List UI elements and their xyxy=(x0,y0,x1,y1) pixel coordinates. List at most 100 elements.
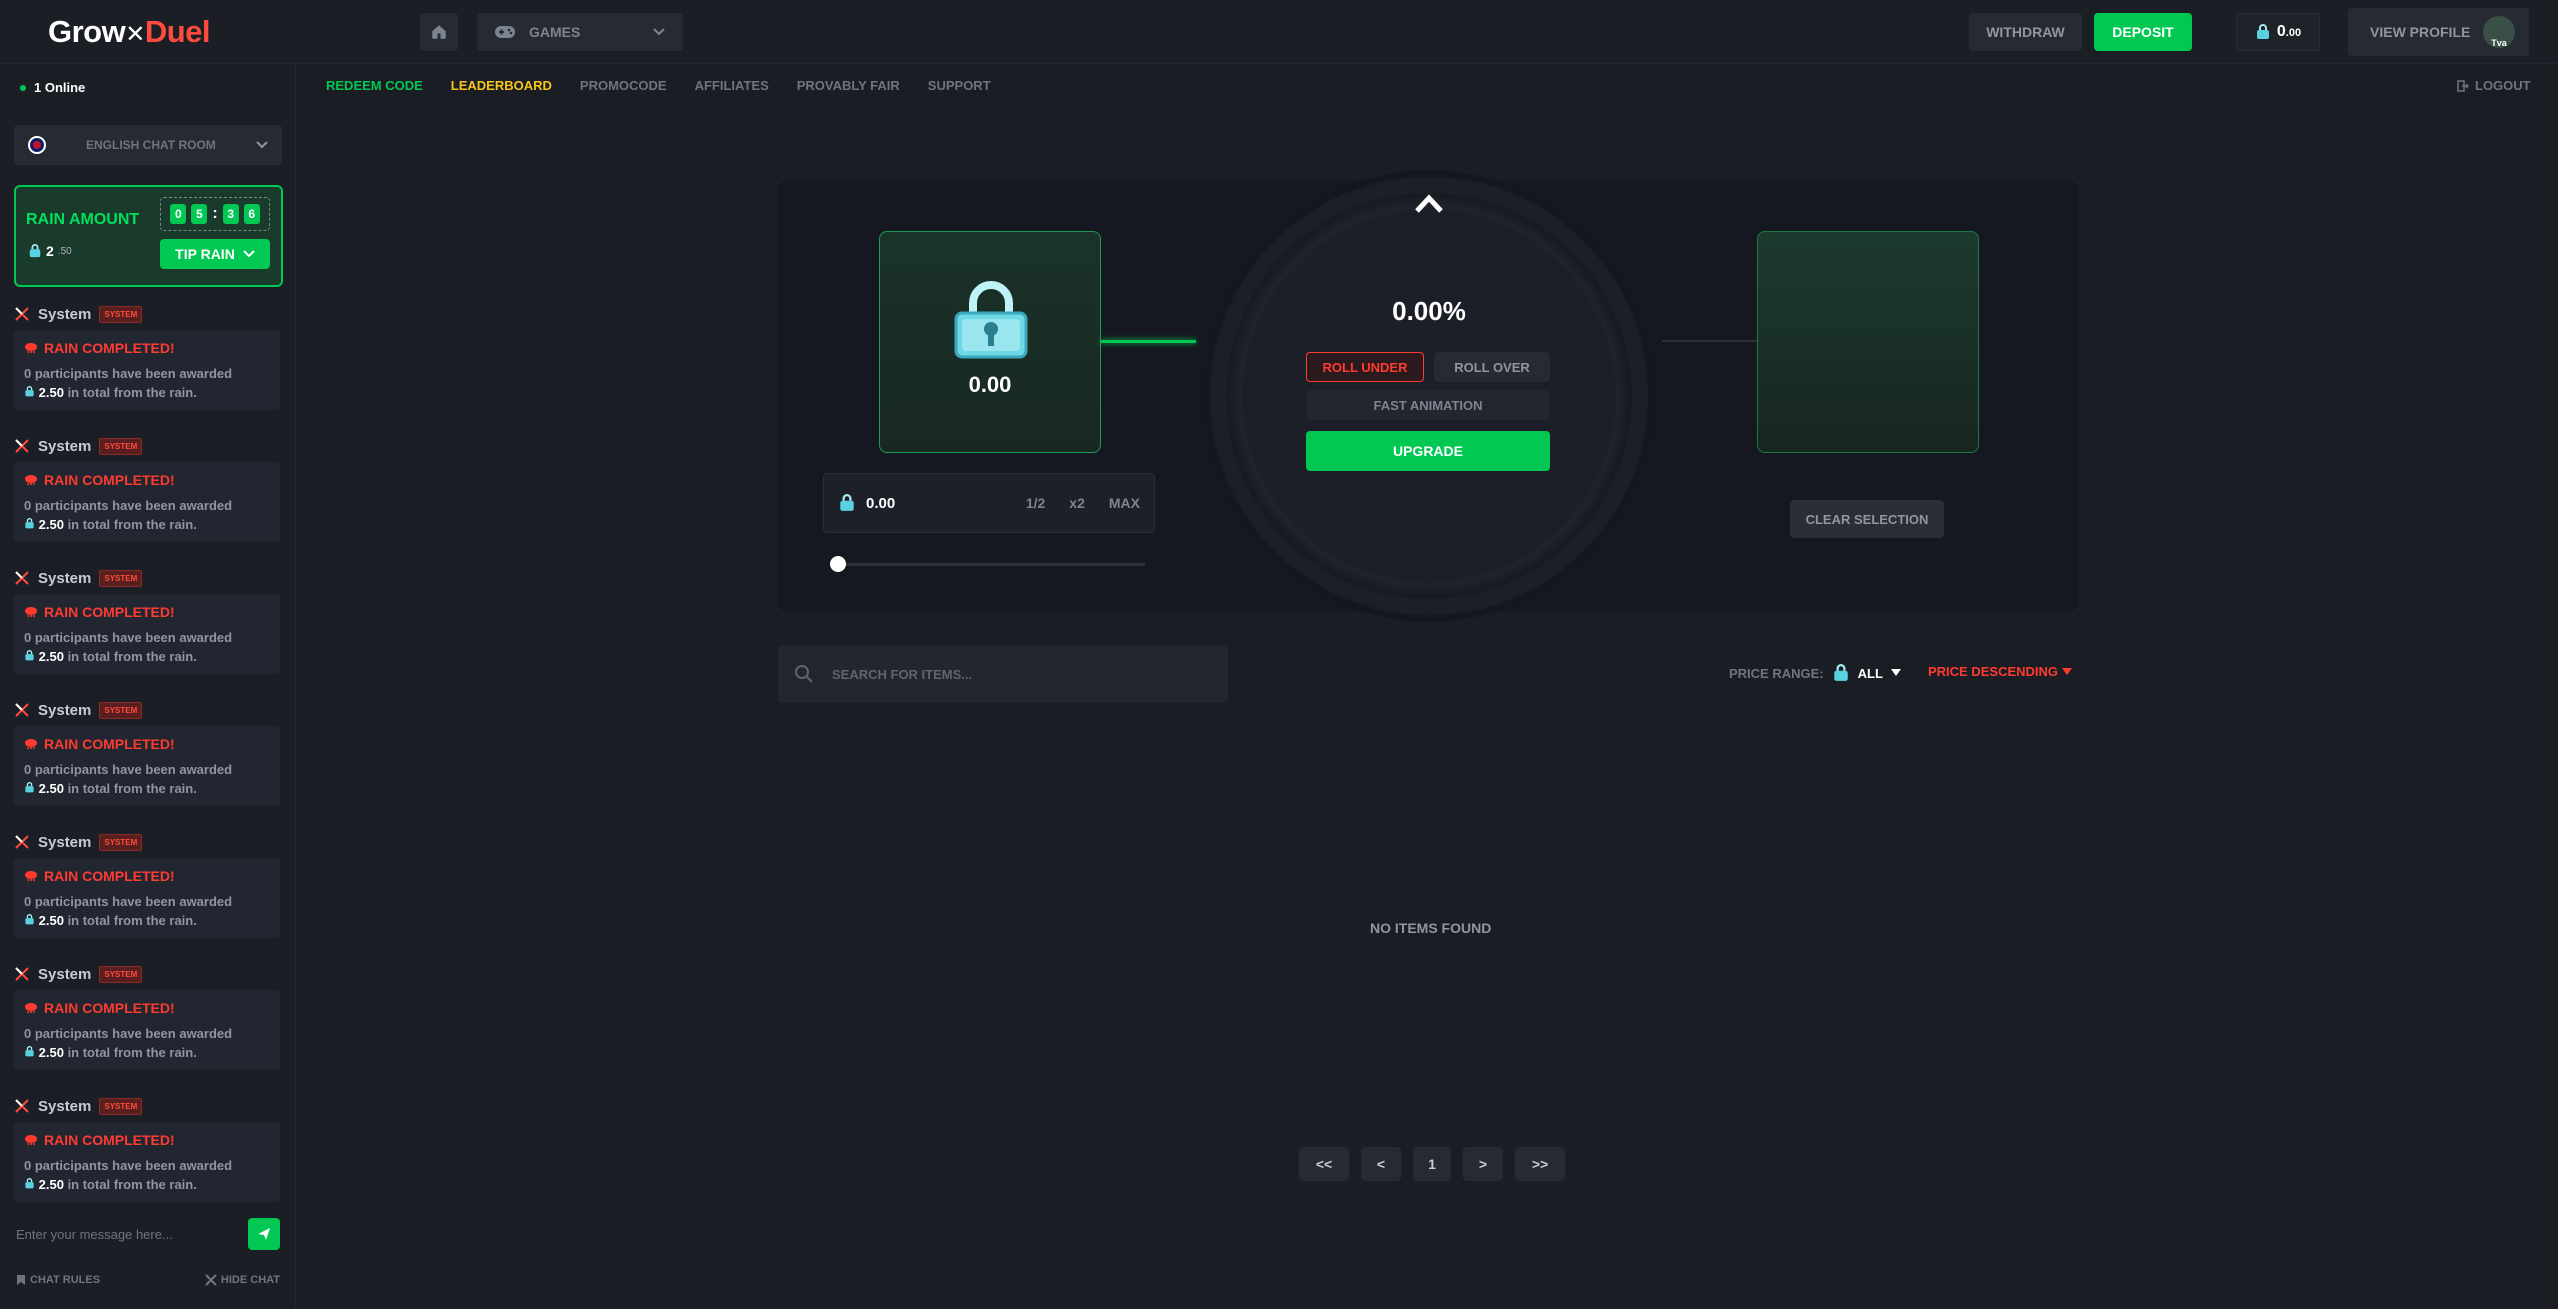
logout-button[interactable]: LOGOUT xyxy=(2457,78,2531,93)
message-text: 0 participants have been awarded 2.50 in… xyxy=(24,628,270,666)
withdraw-button[interactable]: WITHDRAW xyxy=(1969,13,2082,51)
chat-message: System SYSTEM RAIN COMPLETED! 0 particip… xyxy=(14,832,283,964)
bet-slider-handle[interactable] xyxy=(830,556,846,572)
chat-room-selector[interactable]: ENGLISH CHAT ROOM xyxy=(14,125,282,165)
price-range-filter[interactable]: PRICE RANGE: ALL xyxy=(1729,664,1901,682)
message-username[interactable]: System xyxy=(38,834,91,851)
caret-down-icon xyxy=(1890,669,1901,676)
message-text: 0 participants have been awarded 2.50 in… xyxy=(24,1156,270,1194)
message-header: System SYSTEM xyxy=(14,1096,283,1116)
first-page-button[interactable]: << xyxy=(1299,1147,1349,1181)
online-dot-icon xyxy=(20,84,26,91)
view-profile-button[interactable]: VIEW PROFILE Tva xyxy=(2348,8,2529,56)
search-placeholder: SEARCH FOR ITEMS... xyxy=(832,666,973,682)
message-title-text: RAIN COMPLETED! xyxy=(44,736,175,752)
clear-selection-button[interactable]: CLEAR SELECTION xyxy=(1790,500,1944,538)
message-body: RAIN COMPLETED! 0 participants have been… xyxy=(14,726,280,806)
lock-currency-icon xyxy=(25,518,34,529)
rain-amount-decimal: .50 xyxy=(57,245,72,257)
uk-flag-icon xyxy=(28,136,46,154)
message-username[interactable]: System xyxy=(38,1098,91,1115)
message-username[interactable]: System xyxy=(38,966,91,983)
nav-leaderboard[interactable]: LEADERBOARD xyxy=(451,78,552,93)
message-title: RAIN COMPLETED! xyxy=(24,1000,270,1016)
next-page-button[interactable]: > xyxy=(1463,1147,1503,1181)
nav-promocode[interactable]: PROMOCODE xyxy=(580,78,667,93)
crossed-swords-icon xyxy=(15,439,29,453)
chat-rules-label: CHAT RULES xyxy=(30,1274,101,1286)
crossed-swords-icon xyxy=(15,835,29,849)
message-username[interactable]: System xyxy=(38,438,91,455)
max-button[interactable]: MAX xyxy=(1109,495,1140,511)
top-bar: Grow✕Duel GAMES WITHDRAW DEPOSIT 0.00 VI… xyxy=(0,0,2558,64)
fast-animation-toggle[interactable]: FAST ANIMATION xyxy=(1306,390,1550,420)
logo-duel: Duel xyxy=(144,14,211,49)
timer-colon: : xyxy=(212,205,218,222)
deposit-button[interactable]: DEPOSIT xyxy=(2094,13,2192,51)
chat-message: System SYSTEM RAIN COMPLETED! 0 particip… xyxy=(14,436,283,568)
crossed-swords-icon xyxy=(15,967,29,981)
page-number-button[interactable]: 1 xyxy=(1413,1147,1451,1181)
games-dropdown[interactable]: GAMES xyxy=(477,13,683,51)
system-badge: SYSTEM xyxy=(99,305,143,323)
message-body: RAIN COMPLETED! 0 participants have been… xyxy=(14,858,280,938)
selected-item-value: 0.00 xyxy=(968,372,1012,397)
message-username[interactable]: System xyxy=(38,702,91,719)
message-header: System SYSTEM xyxy=(14,436,283,456)
last-page-button[interactable]: >> xyxy=(1515,1147,1565,1181)
message-amount: 2.50 xyxy=(38,1177,64,1192)
win-percentage: 0.00% xyxy=(1392,296,1466,326)
message-line2: in total from the rain. xyxy=(67,1045,197,1060)
lock-currency-icon xyxy=(1833,664,1848,681)
balance-display: 0.00 xyxy=(2236,13,2320,51)
nav-redeem-code[interactable]: REDEEM CODE xyxy=(326,78,423,93)
tip-rain-button[interactable]: TIP RAIN xyxy=(160,239,270,269)
online-count: 1 Online xyxy=(20,80,85,95)
sort-dropdown[interactable]: PRICE DESCENDING xyxy=(1928,664,2072,679)
message-title: RAIN COMPLETED! xyxy=(24,1132,270,1148)
logo[interactable]: Grow✕Duel xyxy=(48,14,211,50)
online-label: 1 Online xyxy=(34,80,86,95)
message-line2: in total from the rain. xyxy=(67,1177,197,1192)
upgrade-game-panel: 0.00 0.00% ROLL UNDER ROLL OVER FAST ANI… xyxy=(778,170,2078,622)
bet-modifiers: 1/2 x2 MAX xyxy=(1026,495,1140,511)
home-button[interactable] xyxy=(420,13,458,51)
lock-currency-icon xyxy=(29,244,41,258)
chat-input[interactable]: Enter your message here... xyxy=(0,1214,296,1254)
system-badge: SYSTEM xyxy=(99,965,143,983)
lock-currency-icon xyxy=(25,914,34,925)
hide-chat-button[interactable]: HIDE CHAT xyxy=(205,1274,280,1286)
message-amount: 2.50 xyxy=(38,913,64,928)
bet-slider-track[interactable] xyxy=(837,563,1145,566)
message-header: System SYSTEM xyxy=(14,832,283,852)
double-button[interactable]: x2 xyxy=(1069,495,1085,511)
nav-provably-fair[interactable]: PROVABLY FAIR xyxy=(797,78,900,93)
gamepad-icon xyxy=(495,26,515,38)
logout-label: LOGOUT xyxy=(2475,78,2531,93)
half-button[interactable]: 1/2 xyxy=(1026,495,1045,511)
send-button[interactable] xyxy=(248,1218,280,1250)
chat-rules-link[interactable]: CHAT RULES xyxy=(16,1274,100,1286)
selected-item-card[interactable]: 0.00 xyxy=(879,231,1101,453)
roll-over-button[interactable]: ROLL OVER xyxy=(1434,352,1550,382)
rain-cloud-icon xyxy=(25,475,37,485)
target-item-card[interactable] xyxy=(1757,231,1979,453)
nav-affiliates[interactable]: AFFILIATES xyxy=(695,78,769,93)
lock-currency-icon xyxy=(25,1178,34,1189)
message-body: RAIN COMPLETED! 0 participants have been… xyxy=(14,990,280,1070)
avatar[interactable]: Tva xyxy=(2483,16,2515,48)
prev-page-button[interactable]: < xyxy=(1361,1147,1401,1181)
roll-under-button[interactable]: ROLL UNDER xyxy=(1306,352,1424,382)
chevron-down-icon xyxy=(653,28,665,36)
nav-support[interactable]: SUPPORT xyxy=(928,78,991,93)
lock-currency-icon xyxy=(25,782,34,793)
message-text: 0 participants have been awarded 2.50 in… xyxy=(24,364,270,402)
message-username[interactable]: System xyxy=(38,570,91,587)
upgrade-button[interactable]: UPGRADE xyxy=(1306,431,1550,471)
balance-main: 0 xyxy=(2276,23,2286,40)
message-body: RAIN COMPLETED! 0 participants have been… xyxy=(14,462,280,542)
item-search-input[interactable]: SEARCH FOR ITEMS... xyxy=(778,645,1228,703)
message-title-text: RAIN COMPLETED! xyxy=(44,1132,175,1148)
bet-amount-input[interactable]: 0.00 1/2 x2 MAX xyxy=(823,473,1155,533)
message-username[interactable]: System xyxy=(38,306,91,323)
